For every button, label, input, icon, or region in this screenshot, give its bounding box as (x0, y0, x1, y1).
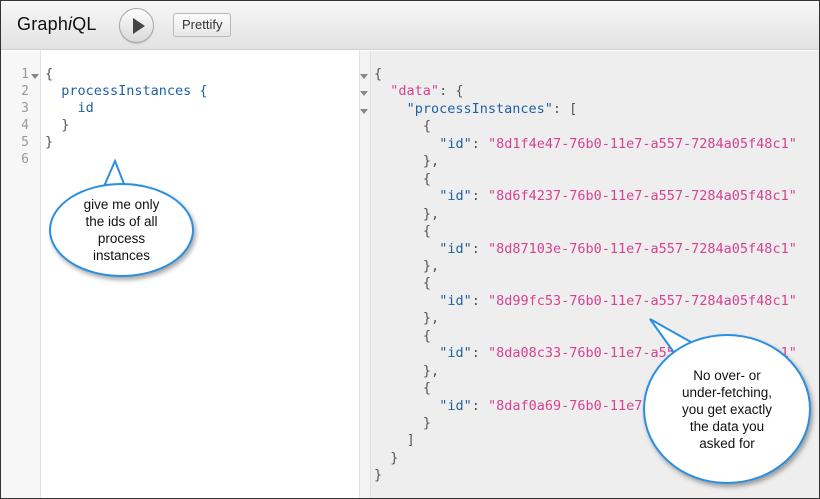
result-line: { (423, 118, 431, 134)
query-callout: give me only the ids of all process inst… (49, 183, 194, 277)
json-punctuation: }, (422, 310, 440, 327)
json-punctuation: }, (422, 362, 440, 379)
result-line: "id": "8d99fc53-76b0-11e7-a557-7284a05f4… (439, 293, 797, 309)
json-token: "id" (439, 397, 472, 414)
json-token: "8d87103e-76b0-11e7-a557-7284a05f48c1" (487, 240, 797, 257)
line-number: 5 (21, 135, 29, 150)
result-line: { (374, 66, 382, 82)
result-line: "data": { (390, 83, 463, 99)
result-line: }, (423, 363, 439, 379)
play-icon (133, 18, 145, 34)
query-line: id (45, 100, 94, 116)
fold-arrow-icon[interactable] (360, 74, 368, 79)
line-number: 3 (21, 101, 29, 116)
json-token: "id" (439, 188, 472, 205)
execute-query-button[interactable] (119, 8, 154, 43)
result-line: } (423, 415, 431, 431)
result-callout: No over- or under-fetching, you get exac… (643, 334, 811, 484)
fold-arrow-icon[interactable] (360, 108, 368, 114)
result-line: { (423, 328, 431, 344)
json-token: "data" (390, 83, 440, 100)
query-line: } (45, 117, 70, 133)
json-token: "id" (439, 135, 472, 152)
json-punctuation: }, (422, 205, 440, 222)
result-line: "id": "8d6f4237-76b0-11e7-a557-7284a05f4… (439, 188, 797, 204)
json-punctuation: : (471, 397, 488, 414)
fold-arrow-icon[interactable] (360, 91, 368, 97)
result-line: }, (423, 153, 439, 169)
json-token: { (374, 66, 383, 82)
result-line: { (423, 380, 431, 396)
json-token: "id" (439, 345, 472, 362)
json-token: "processInstances" (406, 100, 553, 117)
app-title: GraphiQL (17, 14, 97, 34)
json-punctuation: }, (422, 153, 440, 170)
line-number: 4 (21, 118, 29, 133)
json-token: "8d1f4e47-76b0-11e7-a557-7284a05f48c1" (487, 135, 797, 152)
result-line: { (423, 223, 431, 239)
json-punctuation: : [ (552, 100, 578, 117)
json-punctuation: : (471, 135, 488, 152)
result-line: { (423, 171, 431, 187)
json-punctuation: : { (439, 83, 464, 100)
query-line: { (45, 66, 54, 82)
graphiql-window: GraphiQL Prettify 1 2 3 4 5 6 { processInstanc… (0, 0, 820, 499)
json-punctuation: : (471, 240, 488, 257)
json-punctuation: ] (406, 432, 415, 449)
toolbar: GraphiQL Prettify (1, 1, 819, 50)
json-punctuation: } (374, 467, 383, 484)
prettify-button[interactable]: Prettify (173, 13, 232, 37)
result-line: { (423, 275, 431, 291)
json-punctuation: : (471, 345, 488, 362)
result-line: } (390, 450, 398, 466)
query-line: } (45, 134, 54, 150)
json-punctuation: } (390, 449, 399, 466)
json-punctuation: { (422, 223, 432, 240)
json-punctuation: { (422, 170, 432, 187)
json-token: "id" (439, 292, 472, 309)
json-punctuation: }, (422, 257, 440, 274)
pane-resize-handle[interactable] (359, 51, 371, 498)
query-line: processInstances { (45, 83, 208, 99)
result-line: "id": "8d87103e-76b0-11e7-a557-7284a05f4… (439, 241, 797, 257)
result-line: ] (407, 432, 415, 448)
fold-arrow-icon[interactable] (31, 74, 39, 79)
json-punctuation: : (471, 292, 488, 309)
line-number: 1 (21, 67, 29, 82)
result-line: "processInstances": [ (407, 101, 578, 117)
json-punctuation: { (422, 327, 432, 344)
line-number: 6 (21, 152, 29, 167)
json-token: "8d99fc53-76b0-11e7-a557-7284a05f48c1" (487, 292, 797, 309)
json-punctuation: { (422, 275, 432, 292)
json-punctuation: } (422, 415, 432, 431)
result-line: } (374, 467, 382, 483)
line-number: 2 (21, 84, 29, 99)
json-punctuation: : (471, 188, 488, 205)
result-line: }, (423, 206, 439, 222)
json-token: "8d6f4237-76b0-11e7-a557-7284a05f48c1" (487, 188, 797, 205)
result-line: }, (423, 258, 439, 274)
result-line: }, (423, 310, 439, 326)
json-punctuation: { (422, 118, 432, 135)
json-token: "id" (439, 240, 472, 257)
json-punctuation: { (422, 380, 432, 397)
result-line: "id": "8d1f4e47-76b0-11e7-a557-7284a05f4… (439, 136, 797, 152)
